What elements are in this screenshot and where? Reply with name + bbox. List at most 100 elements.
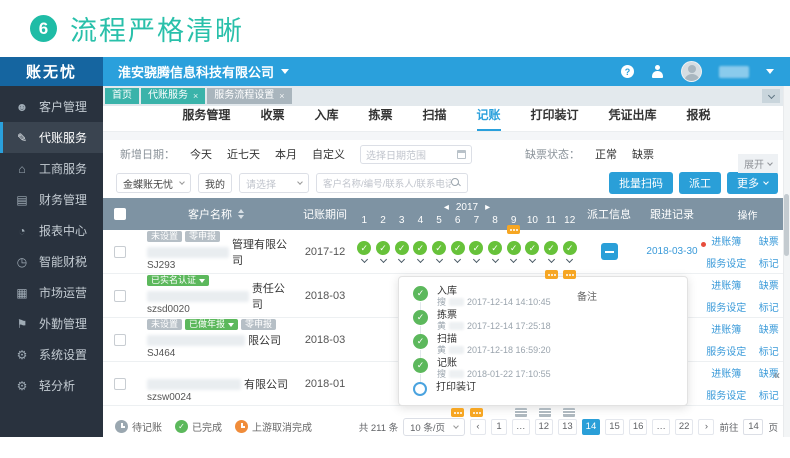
scrollbar-thumb[interactable] <box>784 194 789 256</box>
chevron-down-icon[interactable] <box>566 255 574 264</box>
sidebar-item-bookkeeping[interactable]: ✎ 代账服务 <box>0 122 103 153</box>
status-tag[interactable]: 已实名认证 <box>147 275 210 286</box>
month-status-done[interactable]: ✓ <box>523 230 542 273</box>
month-status-done[interactable]: ✓ <box>411 230 430 273</box>
chevron-down-icon[interactable] <box>766 69 774 74</box>
mark-link[interactable]: 标记 <box>759 387 779 402</box>
row-checkbox[interactable] <box>114 333 126 346</box>
month-status-done[interactable]: ✓ <box>504 230 523 273</box>
chevron-down-icon[interactable] <box>454 255 462 264</box>
enter-ledger-link[interactable]: 进账簿 <box>711 233 741 248</box>
date-option-custom[interactable]: 自定义 <box>312 146 345 162</box>
page-button[interactable]: 22 <box>674 418 694 435</box>
service-settings-link[interactable]: 服务设定 <box>706 255 746 270</box>
comment-bubble-icon[interactable] <box>470 408 483 417</box>
close-icon[interactable]: × <box>279 88 284 104</box>
enter-ledger-link[interactable]: 进账簿 <box>711 365 741 380</box>
chevron-down-icon[interactable] <box>360 255 368 264</box>
breadcrumb-tab-flow-settings[interactable]: 服务流程设置 × <box>207 88 292 104</box>
month-status-done[interactable]: ✓ <box>542 230 561 273</box>
service-settings-link[interactable]: 服务设定 <box>706 299 746 314</box>
page-button-current[interactable]: 14 <box>581 418 601 435</box>
comment-bubble-icon[interactable] <box>563 270 576 279</box>
user-icon[interactable] <box>651 65 664 78</box>
next-page-button[interactable]: › <box>698 418 715 435</box>
collapse-dispatch-button[interactable] <box>600 243 618 260</box>
mark-link[interactable]: 标记 <box>759 255 779 270</box>
year-next-icon[interactable]: ▸ <box>485 202 490 213</box>
date-option-month[interactable]: 本月 <box>275 146 297 162</box>
enter-ledger-link[interactable]: 进账簿 <box>711 321 741 336</box>
tab-inbound[interactable]: 入库 <box>314 106 338 131</box>
chevron-down-icon[interactable] <box>435 255 443 264</box>
breadcrumb-tab-home[interactable]: 首页 <box>105 88 139 104</box>
month-status-done[interactable]: ✓ <box>467 230 486 273</box>
date-option-7days[interactable]: 近七天 <box>227 146 260 162</box>
date-option-today[interactable]: 今天 <box>190 146 212 162</box>
row-checkbox[interactable] <box>114 289 126 302</box>
comment-bubble-icon[interactable] <box>507 225 520 234</box>
comment-bubble-icon[interactable] <box>451 408 464 417</box>
month-status-done[interactable]: ✓ <box>430 230 449 273</box>
chevron-down-icon[interactable] <box>510 255 518 264</box>
month-status-done[interactable]: ✓ <box>448 230 467 273</box>
sidebar-item-smart-tax[interactable]: ◷ 智能财税 <box>0 246 103 277</box>
row-checkbox[interactable] <box>114 245 126 258</box>
category-select[interactable]: 请选择 <box>239 173 309 193</box>
dispatch-button[interactable]: 派工 <box>679 172 721 194</box>
search-input[interactable]: 客户名称/编号/联系人/联系电话 <box>316 173 468 193</box>
sidebar-item-business[interactable]: ⌂ 工商服务 <box>0 153 103 184</box>
ellipsis[interactable]: … <box>652 418 670 435</box>
missing-ticket-link[interactable]: 缺票 <box>759 277 779 292</box>
sidebar-item-reports[interactable]: ◔ 报表中心 <box>0 215 103 246</box>
tab-service-mgmt[interactable]: 服务管理 <box>182 106 230 131</box>
sidebar-item-finance[interactable]: ▤ 财务管理 <box>0 184 103 215</box>
close-icon[interactable]: × <box>193 88 198 104</box>
ticket-option-missing[interactable]: 缺票 <box>632 146 654 162</box>
status-tag[interactable]: 已做年报 <box>185 319 239 330</box>
tab-print-binding[interactable]: 打印装订 <box>531 106 579 131</box>
page-size-select[interactable]: 10 条/页 <box>403 417 465 436</box>
tab-receive-ticket[interactable]: 收票 <box>260 106 284 131</box>
ticket-option-normal[interactable]: 正常 <box>595 146 617 162</box>
batch-scan-button[interactable]: 批量扫码 <box>609 172 673 194</box>
row-checkbox[interactable] <box>114 377 126 390</box>
company-switcher[interactable]: 淮安骁腾信息科技有限公司 <box>118 62 290 81</box>
missing-ticket-link[interactable]: 缺票 <box>759 321 779 336</box>
help-icon[interactable]: ? <box>621 65 634 78</box>
collapse-panel-icon[interactable]: « <box>773 368 780 382</box>
account-book-select[interactable]: 金蝶账无忧 <box>116 173 191 193</box>
chevron-down-icon[interactable] <box>547 255 555 264</box>
breadcrumb-tab-bookkeeping[interactable]: 代账服务 × <box>141 88 206 104</box>
tab-voucher-outbound[interactable]: 凭证出库 <box>609 106 657 131</box>
sort-icon[interactable] <box>238 209 244 219</box>
month-status-done[interactable]: ✓ <box>392 230 411 273</box>
ellipsis[interactable]: … <box>512 418 530 435</box>
more-button[interactable]: 更多 <box>727 172 778 194</box>
year-prev-icon[interactable]: ◂ <box>444 202 449 213</box>
chevron-down-icon[interactable] <box>472 255 480 264</box>
missing-ticket-link[interactable]: 缺票 <box>759 233 779 248</box>
mark-link[interactable]: 标记 <box>759 343 779 358</box>
scan-doc-icon[interactable] <box>539 408 551 417</box>
sidebar-item-field-work[interactable]: ⚑ 外勤管理 <box>0 308 103 339</box>
scan-doc-icon[interactable] <box>515 408 527 417</box>
select-all-checkbox[interactable] <box>114 208 126 220</box>
chevron-down-icon[interactable] <box>491 255 499 264</box>
chevron-down-icon[interactable] <box>528 255 536 264</box>
tabs-dropdown-button[interactable] <box>762 89 780 103</box>
month-status-done[interactable]: ✓ <box>374 230 393 273</box>
month-status-done[interactable]: ✓ <box>486 230 505 273</box>
service-settings-link[interactable]: 服务设定 <box>706 343 746 358</box>
tab-bookkeeping[interactable]: 记账 <box>476 106 501 131</box>
sidebar-item-settings[interactable]: ⚙ 系统设置 <box>0 339 103 370</box>
sidebar-item-marketing[interactable]: ▦ 市场运营 <box>0 277 103 308</box>
mine-button[interactable]: 我的 <box>198 173 232 193</box>
expand-filters-button[interactable]: 展开 <box>738 154 778 173</box>
page-button[interactable]: 12 <box>534 418 554 435</box>
comment-bubble-icon[interactable] <box>545 270 558 279</box>
search-icon[interactable] <box>451 178 461 188</box>
service-settings-link[interactable]: 服务设定 <box>706 387 746 402</box>
sidebar-item-analysis[interactable]: ⚙ 轻分析 <box>0 370 103 401</box>
page-button[interactable]: 15 <box>605 418 624 435</box>
